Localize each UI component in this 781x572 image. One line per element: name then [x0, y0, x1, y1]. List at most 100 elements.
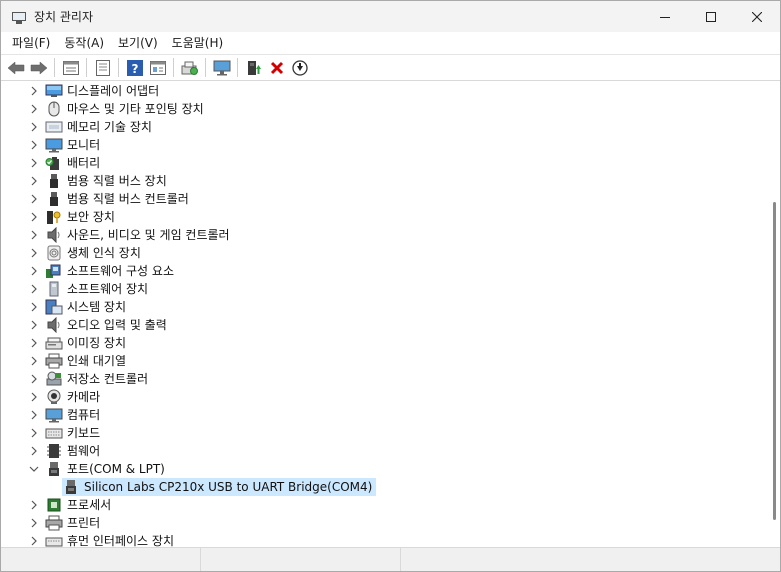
device-tree[interactable]: 디스플레이 어댑터 마우스 및 기타 포인팅 장치 메모리 기술 장치 모니터 배터리 범…	[3, 82, 769, 548]
toolbar-separator	[173, 58, 174, 77]
tree-node[interactable]: 메모리 기술 장치	[3, 118, 769, 136]
chevron-right-icon[interactable]	[27, 514, 41, 532]
chevron-right-icon[interactable]	[27, 352, 41, 370]
tree-child-label: Silicon Labs CP210x USB to UART Bridge(C…	[84, 480, 373, 494]
chevron-right-icon[interactable]	[27, 118, 41, 136]
tree-node-label: 휴먼 인터페이스 장치	[67, 534, 174, 548]
chevron-right-icon[interactable]	[27, 280, 41, 298]
back-button[interactable]	[4, 56, 27, 79]
scanner-icon	[45, 335, 63, 351]
view-button[interactable]	[146, 56, 169, 79]
uninstall-button[interactable]	[265, 56, 288, 79]
tree-node[interactable]: 범용 직렬 버스 장치	[3, 172, 769, 190]
tree-node[interactable]: 오디오 입력 및 출력	[3, 316, 769, 334]
chevron-right-icon[interactable]	[27, 496, 41, 514]
scan-hardware-button[interactable]	[178, 56, 201, 79]
help-icon: ?	[126, 59, 143, 76]
tree-node[interactable]: 프로세서	[3, 496, 769, 514]
chevron-right-icon[interactable]	[27, 82, 41, 100]
chevron-right-icon[interactable]	[27, 316, 41, 334]
chevron-right-icon[interactable]	[27, 172, 41, 190]
computer-icon	[45, 407, 63, 423]
tree-node-label: 시스템 장치	[67, 300, 127, 314]
close-button[interactable]	[734, 1, 780, 32]
tree-node[interactable]: 소프트웨어 구성 요소	[3, 262, 769, 280]
forward-button[interactable]	[27, 56, 50, 79]
chevron-right-icon[interactable]	[27, 262, 41, 280]
menu-file[interactable]: 파일(F)	[5, 32, 57, 54]
security-key-icon	[45, 209, 63, 225]
tree-node[interactable]: 디스플레이 어댑터	[3, 82, 769, 100]
toolbar: ?	[1, 54, 780, 81]
tree-node[interactable]: 펌웨어	[3, 442, 769, 460]
tree-node-label: 카메라	[67, 390, 101, 404]
fingerprint-icon	[45, 245, 63, 261]
monitor-button[interactable]	[210, 56, 233, 79]
chevron-right-icon[interactable]	[27, 442, 41, 460]
tree-node[interactable]: 카메라	[3, 388, 769, 406]
port-icon	[62, 479, 80, 495]
chevron-right-icon[interactable]	[27, 190, 41, 208]
properties-button[interactable]	[59, 56, 82, 79]
chevron-right-icon[interactable]	[27, 388, 41, 406]
monitor-icon	[213, 60, 230, 75]
scan-hardware-icon	[181, 61, 198, 75]
tree-node[interactable]: 인쇄 대기열	[3, 352, 769, 370]
menu-help[interactable]: 도움말(H)	[165, 32, 231, 54]
menu-action[interactable]: 동작(A)	[57, 32, 111, 54]
tree-node-label: 사운드, 비디오 및 게임 컨트롤러	[67, 228, 230, 242]
tree-node[interactable]: 소프트웨어 장치	[3, 280, 769, 298]
processor-icon	[45, 497, 63, 513]
battery-icon	[45, 155, 63, 171]
maximize-button[interactable]	[688, 1, 734, 32]
firmware-icon	[45, 443, 63, 459]
update-driver-button[interactable]	[242, 56, 265, 79]
tree-node[interactable]: 생체 인식 장치	[3, 244, 769, 262]
minimize-button[interactable]	[642, 1, 688, 32]
chevron-right-icon[interactable]	[27, 208, 41, 226]
tree-node[interactable]: 보안 장치	[3, 208, 769, 226]
memory-icon	[45, 119, 63, 135]
tree-node[interactable]: 사운드, 비디오 및 게임 컨트롤러	[3, 226, 769, 244]
toolbar-separator	[205, 58, 206, 77]
chevron-right-icon[interactable]	[27, 406, 41, 424]
chevron-right-icon[interactable]	[27, 532, 41, 548]
chevron-right-icon[interactable]	[27, 370, 41, 388]
chevron-right-icon[interactable]	[27, 334, 41, 352]
tree-node[interactable]: 이미징 장치	[3, 334, 769, 352]
chevron-right-icon[interactable]	[27, 226, 41, 244]
chevron-right-icon[interactable]	[27, 244, 41, 262]
camera-icon	[45, 389, 63, 405]
tree-node[interactable]: 포트(COM & LPT)	[3, 460, 769, 478]
tree-node[interactable]: 마우스 및 기타 포인팅 장치	[3, 100, 769, 118]
chevron-right-icon[interactable]	[27, 100, 41, 118]
vertical-scrollbar[interactable]	[768, 82, 780, 548]
chevron-right-icon[interactable]	[27, 136, 41, 154]
menu-bar: 파일(F) 동작(A) 보기(V) 도움말(H)	[1, 32, 780, 54]
tree-node[interactable]: 컴퓨터	[3, 406, 769, 424]
tree-node[interactable]: 시스템 장치	[3, 298, 769, 316]
scrollbar-thumb[interactable]	[773, 202, 776, 520]
tree-node[interactable]: 모니터	[3, 136, 769, 154]
tree-node-label: 인쇄 대기열	[67, 354, 127, 368]
tree-child-node[interactable]: Silicon Labs CP210x USB to UART Bridge(C…	[3, 478, 769, 496]
tree-node[interactable]: 범용 직렬 버스 컨트롤러	[3, 190, 769, 208]
tree-node[interactable]: 프린터	[3, 514, 769, 532]
sheet-button[interactable]	[91, 56, 114, 79]
chevron-down-icon[interactable]	[27, 460, 41, 478]
usb-icon	[45, 173, 63, 189]
menu-view[interactable]: 보기(V)	[111, 32, 165, 54]
title-bar[interactable]: 장치 관리자	[1, 1, 780, 32]
tree-node[interactable]: 저장소 컨트롤러	[3, 370, 769, 388]
tree-node[interactable]: 키보드	[3, 424, 769, 442]
chevron-right-icon[interactable]	[27, 424, 41, 442]
tree-node[interactable]: 휴먼 인터페이스 장치	[3, 532, 769, 548]
disable-button[interactable]	[288, 56, 311, 79]
tree-node-label: 저장소 컨트롤러	[67, 372, 149, 386]
help-button[interactable]: ?	[123, 56, 146, 79]
tree-node-label: 메모리 기술 장치	[67, 120, 152, 134]
status-pane	[201, 548, 401, 571]
chevron-right-icon[interactable]	[27, 298, 41, 316]
chevron-right-icon[interactable]	[27, 154, 41, 172]
tree-node[interactable]: 배터리	[3, 154, 769, 172]
